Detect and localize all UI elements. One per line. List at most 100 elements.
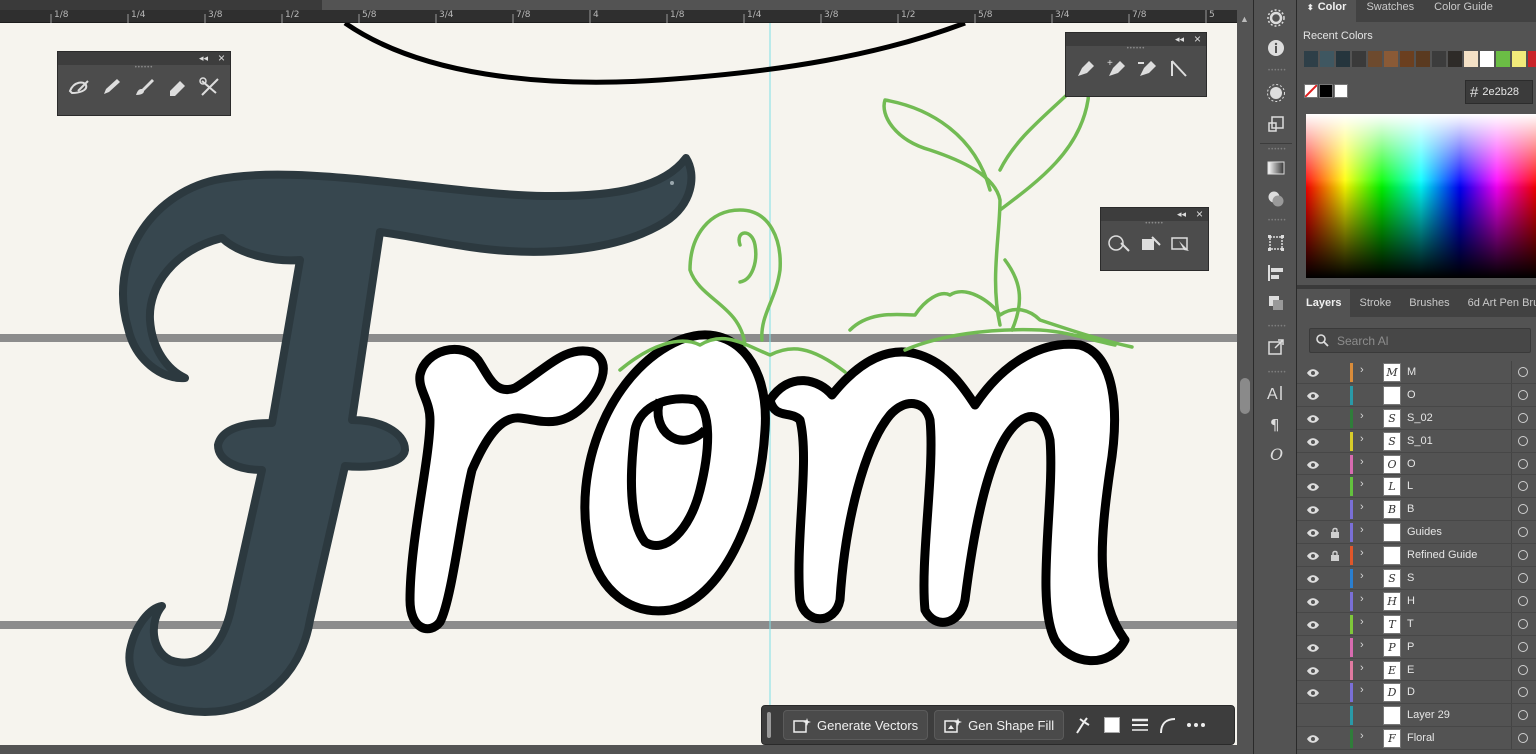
lock-icon[interactable] xyxy=(1330,549,1340,567)
transform-grid-icon[interactable] xyxy=(1265,232,1287,254)
layer-row[interactable]: › M M xyxy=(1297,361,1536,384)
visibility-eye-icon[interactable] xyxy=(1306,526,1320,544)
recent-color-swatch[interactable] xyxy=(1416,51,1430,67)
target-circle-icon[interactable] xyxy=(1518,527,1528,538)
artboard-canvas[interactable]: ◂◂ × •••••• ◂◂ × •••••• + ◂◂ × •••••• Ge… xyxy=(0,23,1237,754)
contextual-task-bar[interactable]: Generate Vectors Gen Shape Fill xyxy=(761,705,1235,745)
expand-chevron-icon[interactable]: › xyxy=(1360,639,1364,651)
taskbar-grip[interactable] xyxy=(767,712,771,738)
visibility-eye-icon[interactable] xyxy=(1306,641,1320,659)
live-paint-bucket-icon[interactable] xyxy=(1136,231,1163,255)
pen-tools-panel[interactable]: ◂◂ × •••••• + xyxy=(1065,32,1207,97)
live-paint-selection-icon[interactable] xyxy=(1167,231,1194,255)
target-circle-icon[interactable] xyxy=(1518,412,1528,423)
expand-chevron-icon[interactable]: › xyxy=(1360,662,1364,674)
white-swatch[interactable] xyxy=(1334,84,1348,98)
expand-chevron-icon[interactable]: › xyxy=(1360,593,1364,605)
close-icon[interactable]: × xyxy=(1194,32,1201,46)
expand-chevron-icon[interactable]: › xyxy=(1360,730,1364,742)
layer-name[interactable]: B xyxy=(1407,503,1414,515)
generate-vectors-button[interactable]: Generate Vectors xyxy=(783,710,929,740)
layer-name[interactable]: M xyxy=(1407,366,1416,378)
layer-name[interactable]: P xyxy=(1407,641,1414,653)
fill-swatch-icon[interactable] xyxy=(1098,710,1126,740)
layer-name[interactable]: S xyxy=(1407,572,1414,584)
layer-name[interactable]: H xyxy=(1407,595,1415,607)
expand-chevron-icon[interactable]: › xyxy=(1360,547,1364,559)
target-circle-icon[interactable] xyxy=(1518,504,1528,515)
visibility-eye-icon[interactable] xyxy=(1306,595,1320,613)
brush-tools-panel[interactable]: ◂◂ × •••••• xyxy=(57,51,231,116)
recent-color-swatch[interactable] xyxy=(1368,51,1382,67)
layer-name[interactable]: O xyxy=(1407,458,1416,470)
layer-name[interactable]: E xyxy=(1407,664,1414,676)
visibility-eye-icon[interactable] xyxy=(1306,572,1320,590)
target-circle-icon[interactable] xyxy=(1518,595,1528,606)
shape-builder-icon[interactable] xyxy=(1105,231,1132,255)
recent-color-swatch[interactable] xyxy=(1464,51,1478,67)
layer-row[interactable]: › Refined Guide xyxy=(1297,544,1536,568)
appearance-icon[interactable] xyxy=(1265,82,1287,104)
layer-row[interactable]: › P P xyxy=(1297,635,1536,659)
visibility-eye-icon[interactable] xyxy=(1306,366,1320,384)
black-swatch[interactable] xyxy=(1319,84,1333,98)
layer-row[interactable]: › S S_02 xyxy=(1297,406,1536,430)
lock-icon[interactable] xyxy=(1330,526,1340,544)
align-icon[interactable] xyxy=(1265,262,1287,284)
target-circle-icon[interactable] xyxy=(1518,481,1528,492)
layer-row[interactable]: Layer 29 xyxy=(1297,704,1536,728)
recent-color-swatch[interactable] xyxy=(1352,51,1366,67)
target-circle-icon[interactable] xyxy=(1518,389,1528,400)
export-icon[interactable] xyxy=(1265,336,1287,358)
tab-color[interactable]: ⬍ Color xyxy=(1297,0,1357,22)
layer-row[interactable]: › L L xyxy=(1297,475,1536,499)
expand-chevron-icon[interactable]: › xyxy=(1360,616,1364,628)
character-icon[interactable]: A xyxy=(1265,382,1287,404)
target-circle-icon[interactable] xyxy=(1518,618,1528,629)
tab-stroke[interactable]: Stroke xyxy=(1350,289,1400,317)
visibility-eye-icon[interactable] xyxy=(1306,549,1320,567)
target-circle-icon[interactable] xyxy=(1518,435,1528,446)
scroll-up-icon[interactable]: ▲ xyxy=(1240,14,1249,24)
target-circle-icon[interactable] xyxy=(1518,710,1528,721)
layer-row[interactable]: › S S_01 xyxy=(1297,429,1536,453)
visibility-eye-icon[interactable] xyxy=(1306,389,1320,407)
collapse-icon[interactable]: ◂◂ xyxy=(1175,34,1184,45)
target-circle-icon[interactable] xyxy=(1518,550,1528,561)
vertical-scrollbar[interactable]: ▲ xyxy=(1237,10,1253,754)
layer-name[interactable]: Guides xyxy=(1407,526,1442,538)
document-tab[interactable] xyxy=(0,0,322,10)
target-circle-icon[interactable] xyxy=(1518,641,1528,652)
tab-brushes[interactable]: Brushes xyxy=(1400,289,1458,317)
eraser-icon[interactable] xyxy=(163,75,190,99)
horizontal-scrollbar[interactable] xyxy=(0,745,1237,754)
blob-brush-icon[interactable] xyxy=(64,75,91,99)
pen-icon[interactable] xyxy=(1072,56,1099,80)
recent-color-swatch[interactable] xyxy=(1512,51,1526,67)
close-icon[interactable]: × xyxy=(218,51,225,65)
expand-chevron-icon[interactable]: › xyxy=(1360,410,1364,422)
expand-chevron-icon[interactable]: › xyxy=(1360,501,1364,513)
scissors-icon[interactable] xyxy=(196,75,223,99)
layer-row[interactable]: › D D xyxy=(1297,681,1536,705)
layer-row[interactable]: › H H xyxy=(1297,589,1536,613)
visibility-eye-icon[interactable] xyxy=(1306,686,1320,704)
layer-name[interactable]: D xyxy=(1407,686,1415,698)
hex-value-field[interactable]: # 2e2b28 xyxy=(1465,80,1533,104)
paintbrush-icon[interactable] xyxy=(130,75,157,99)
layer-row[interactable]: › O O xyxy=(1297,452,1536,476)
target-circle-icon[interactable] xyxy=(1518,664,1528,675)
expand-chevron-icon[interactable]: › xyxy=(1360,433,1364,445)
recent-color-swatch[interactable] xyxy=(1432,51,1446,67)
layer-name[interactable]: S_02 xyxy=(1407,412,1433,424)
layer-row[interactable]: O xyxy=(1297,383,1536,407)
layer-row[interactable]: › S S xyxy=(1297,567,1536,590)
properties-gear-icon[interactable] xyxy=(1265,7,1287,29)
add-anchor-icon[interactable]: + xyxy=(1103,56,1130,80)
layer-name[interactable]: L xyxy=(1407,480,1413,492)
visibility-eye-icon[interactable] xyxy=(1306,664,1320,682)
recolor-icon[interactable] xyxy=(1070,710,1098,740)
recent-color-swatch[interactable] xyxy=(1336,51,1350,67)
expand-chevron-icon[interactable]: › xyxy=(1360,570,1364,582)
layer-name[interactable]: S_01 xyxy=(1407,435,1433,447)
